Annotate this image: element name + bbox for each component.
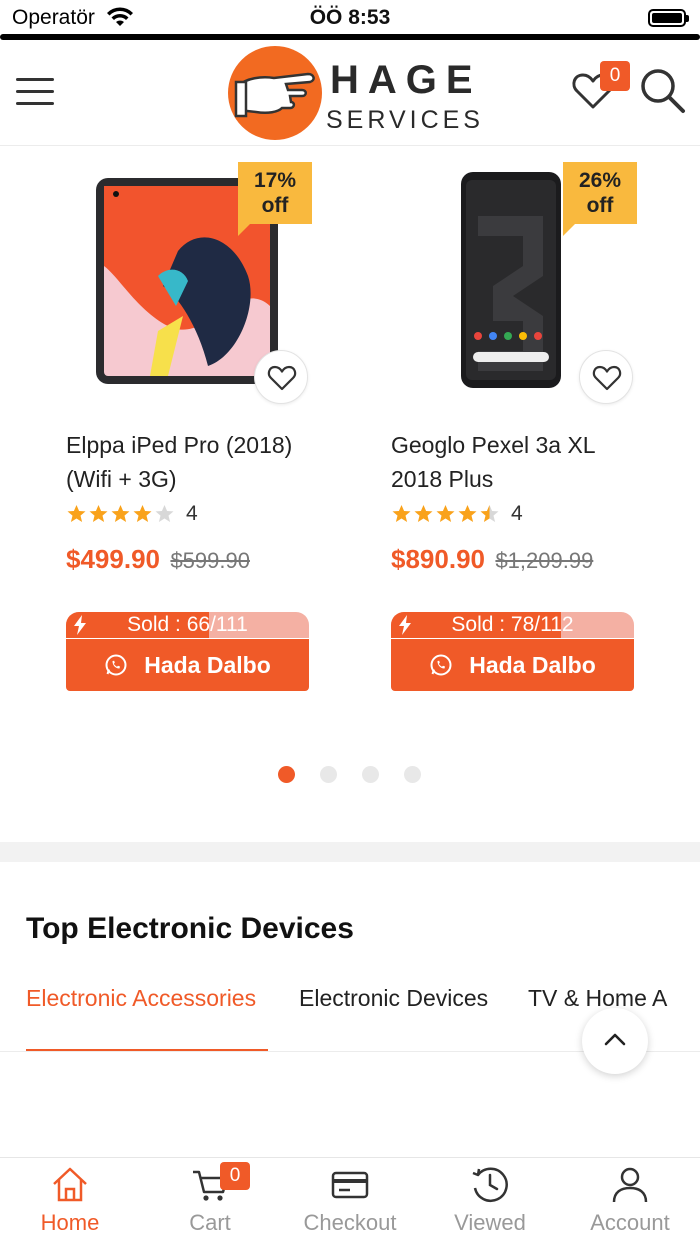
current-price: $499.90 [66,544,160,574]
clock: ÖÖ 8:53 [309,6,391,29]
whatsapp-icon [105,654,127,676]
logo-title: HAGE [330,58,482,102]
product-title[interactable]: Elppa iPed Pro (2018) (Wifi + 3G) [66,428,316,496]
pagination-dot[interactable] [320,766,337,783]
tab-tv-home[interactable]: TV & Home A [528,985,667,1012]
whatsapp-order-label: Hada Dalbo [469,651,596,678]
whatsapp-icon [430,654,452,676]
original-price: $599.90 [170,548,250,573]
discount-badge: 17% off [238,162,312,236]
chevron-up-icon [604,1033,626,1046]
nav-account-label: Account [590,1210,670,1235]
credit-card-icon [331,1171,369,1199]
star-icon [458,505,477,522]
product-image[interactable]: 17% off [58,156,318,404]
carousel-pagination [278,766,446,783]
price-row: $499.90 $599.90 [66,544,250,575]
nav-viewed-label: Viewed [454,1210,526,1235]
star-icon [392,505,411,522]
heart-icon [267,365,297,391]
star-icon [436,505,455,522]
sold-count-text: Sold : 66/111 [127,613,248,636]
brand-logo[interactable]: HAGE SERVICES [226,44,480,140]
home-icon [53,1167,87,1202]
star-icon [155,505,174,522]
nav-checkout[interactable]: Checkout [280,1158,420,1244]
product-card[interactable]: 17% off Elppa iPed Pro (2018) (Wifi + 3G… [58,150,318,700]
current-price: $890.90 [391,544,485,574]
tab-electronic-accessories[interactable]: Electronic Accessories [26,985,256,1012]
logo-hand-icon [228,46,322,140]
star-icon [414,505,433,522]
discount-suffix: off [586,194,614,217]
discount-percent: 17% [253,169,297,192]
history-clock-icon [472,1167,508,1203]
discount-badge: 26% off [563,162,637,236]
product-card[interactable]: 26% off Geoglo Pexel 3a XL 2018 Plus 4 $… [383,150,643,700]
app-header: HAGE SERVICES 0 [0,40,700,146]
star-icon [111,505,130,522]
search-icon[interactable] [638,66,686,114]
star-icon [133,505,152,522]
whatsapp-order-label: Hada Dalbo [144,651,271,678]
tab-electronic-devices[interactable]: Electronic Devices [299,985,488,1012]
rating-stars [391,504,501,524]
original-price: $1,209.99 [495,548,594,573]
product-title[interactable]: Geoglo Pexel 3a XL 2018 Plus [391,428,641,496]
nav-cart-label: Cart [189,1210,231,1235]
active-tab-indicator [26,1049,268,1051]
nav-viewed[interactable]: Viewed [420,1158,560,1244]
bottom-navigation: Home 0 Cart Checkout Viewed Account [0,1157,700,1244]
nav-home[interactable]: Home [0,1158,140,1244]
nav-checkout-label: Checkout [303,1210,397,1235]
sold-progress-bar: Sold : 66/111 [66,612,309,638]
product-rating: 4 [66,502,198,526]
battery-icon [648,9,689,27]
star-icon [89,505,108,522]
add-to-wishlist-button[interactable] [254,350,308,404]
whatsapp-order-button[interactable]: Hada Dalbo [66,639,309,691]
section-title: Top Electronic Devices [26,912,354,945]
add-to-wishlist-button[interactable] [579,350,633,404]
status-bar: Operatör ÖÖ 8:53 [0,0,700,40]
sold-progress-bar: Sold : 78/112 [391,612,634,638]
product-rating: 4 [391,502,523,526]
pagination-dot[interactable] [404,766,421,783]
logo-subtitle: SERVICES [326,106,484,134]
section-divider [0,842,700,862]
heart-icon [592,365,622,391]
price-row: $890.90 $1,209.99 [391,544,593,575]
nav-home-label: Home [40,1210,100,1235]
rating-count: 4 [186,502,198,525]
star-icon [480,505,499,522]
star-icon [67,505,86,522]
rating-stars [66,504,176,524]
product-image[interactable]: 26% off [383,156,643,404]
hamburger-menu-icon[interactable] [16,78,54,106]
rating-count: 4 [511,502,523,525]
discount-percent: 26% [578,169,622,192]
cart-count-badge: 0 [220,1162,250,1190]
pagination-dot[interactable] [362,766,379,783]
scroll-to-top-button[interactable] [582,1008,648,1074]
user-icon [612,1167,648,1203]
nav-cart[interactable]: 0 Cart [140,1158,280,1244]
whatsapp-order-button[interactable]: Hada Dalbo [391,639,634,691]
discount-suffix: off [261,194,289,217]
pagination-dot[interactable] [278,766,295,783]
nav-account[interactable]: Account [560,1158,700,1244]
sold-count-text: Sold : 78/112 [451,613,574,636]
wishlist-count-badge: 0 [600,61,630,91]
